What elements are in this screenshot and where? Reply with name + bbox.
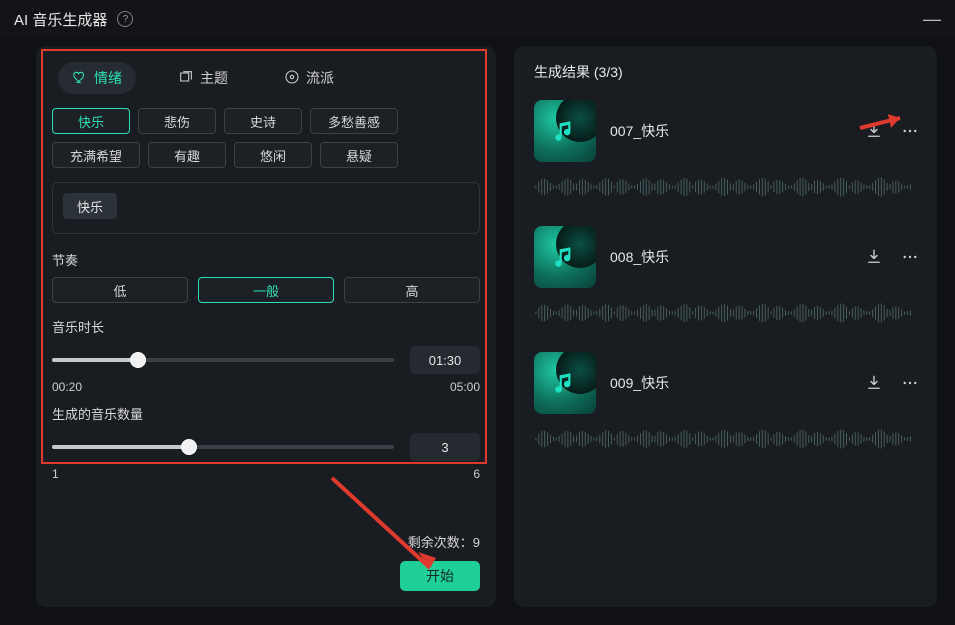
result-name: 009_快乐 [610, 373, 849, 393]
waveform[interactable] [534, 172, 921, 202]
result-thumbnail[interactable] [534, 226, 596, 288]
start-button[interactable]: 开始 [400, 561, 480, 591]
title-bar: AI 音乐生成器 ? — [0, 0, 955, 38]
result-name: 008_快乐 [610, 247, 849, 267]
category-tabs: 情绪 主题 流派 [52, 58, 480, 98]
tab-mood[interactable]: 情绪 [58, 62, 136, 94]
download-button[interactable] [863, 246, 885, 268]
result-thumbnail[interactable] [534, 352, 596, 414]
tempo-mid[interactable]: 一般 [198, 277, 334, 303]
mood-chip-fun[interactable]: 有趣 [148, 142, 226, 168]
settings-panel: 情绪 主题 流派 快乐 悲伤 史诗 多愁善感 充满希望 有趣 悠闲 [36, 46, 496, 607]
results-title: 生成结果 (3/3) [534, 62, 921, 82]
mood-chip-sentimental[interactable]: 多愁善感 [310, 108, 398, 134]
count-block: 生成的音乐数量 3 1 6 [52, 404, 480, 481]
more-icon [901, 122, 919, 140]
more-icon [901, 374, 919, 392]
result-name: 007_快乐 [610, 121, 849, 141]
more-icon [901, 248, 919, 266]
selected-tag[interactable]: 快乐 [63, 193, 117, 219]
tempo-low[interactable]: 低 [52, 277, 188, 303]
download-icon [865, 248, 883, 266]
tab-theme[interactable]: 主题 [164, 62, 242, 94]
music-note-icon [552, 244, 578, 270]
tab-mood-label: 情绪 [94, 68, 122, 88]
duration-block: 音乐时长 01:30 00:20 05:00 [52, 317, 480, 394]
tab-theme-label: 主题 [200, 68, 228, 88]
minimize-button[interactable]: — [923, 9, 941, 30]
waveform[interactable] [534, 424, 921, 454]
result-item: 008_快乐 [534, 226, 921, 328]
count-value: 3 [410, 433, 480, 461]
mood-chip-relaxed[interactable]: 悠闲 [234, 142, 312, 168]
heart-icon [72, 69, 88, 88]
app-title: AI 音乐生成器 [14, 9, 107, 30]
help-icon[interactable]: ? [117, 11, 133, 27]
duration-slider[interactable] [52, 358, 394, 362]
results-panel: 生成结果 (3/3) 007_快乐 [514, 46, 937, 607]
duration-min: 00:20 [52, 380, 82, 394]
mood-chip-hopeful[interactable]: 充满希望 [52, 142, 140, 168]
result-thumbnail[interactable] [534, 100, 596, 162]
download-icon [865, 374, 883, 392]
result-item: 007_快乐 [534, 100, 921, 202]
mood-chip-epic[interactable]: 史诗 [224, 108, 302, 134]
layers-icon [178, 69, 194, 88]
count-label: 生成的音乐数量 [52, 404, 480, 423]
more-button[interactable] [899, 120, 921, 142]
count-min: 1 [52, 467, 59, 481]
tab-genre[interactable]: 流派 [270, 62, 348, 94]
download-icon [865, 122, 883, 140]
tempo-high[interactable]: 高 [344, 277, 480, 303]
mood-chip-suspense[interactable]: 悬疑 [320, 142, 398, 168]
tab-genre-label: 流派 [306, 68, 334, 88]
music-note-icon [552, 118, 578, 144]
download-button[interactable] [863, 120, 885, 142]
mood-chip-happy[interactable]: 快乐 [52, 108, 130, 134]
disc-icon [284, 69, 300, 88]
music-note-icon [552, 370, 578, 396]
result-item: 009_快乐 [534, 352, 921, 454]
tempo-label: 节奏 [52, 250, 480, 269]
selected-tags-box: 快乐 [52, 182, 480, 234]
count-slider[interactable] [52, 445, 394, 449]
duration-value: 01:30 [410, 346, 480, 374]
duration-label: 音乐时长 [52, 317, 480, 336]
tempo-options: 低 一般 高 [52, 277, 480, 303]
mood-chip-sad[interactable]: 悲伤 [138, 108, 216, 134]
more-button[interactable] [899, 246, 921, 268]
remaining-count: 剩余次数：9 [408, 532, 480, 551]
more-button[interactable] [899, 372, 921, 394]
download-button[interactable] [863, 372, 885, 394]
count-max: 6 [473, 467, 480, 481]
waveform[interactable] [534, 298, 921, 328]
mood-options: 快乐 悲伤 史诗 多愁善感 充满希望 有趣 悠闲 悬疑 [52, 108, 480, 168]
duration-max: 05:00 [450, 380, 480, 394]
